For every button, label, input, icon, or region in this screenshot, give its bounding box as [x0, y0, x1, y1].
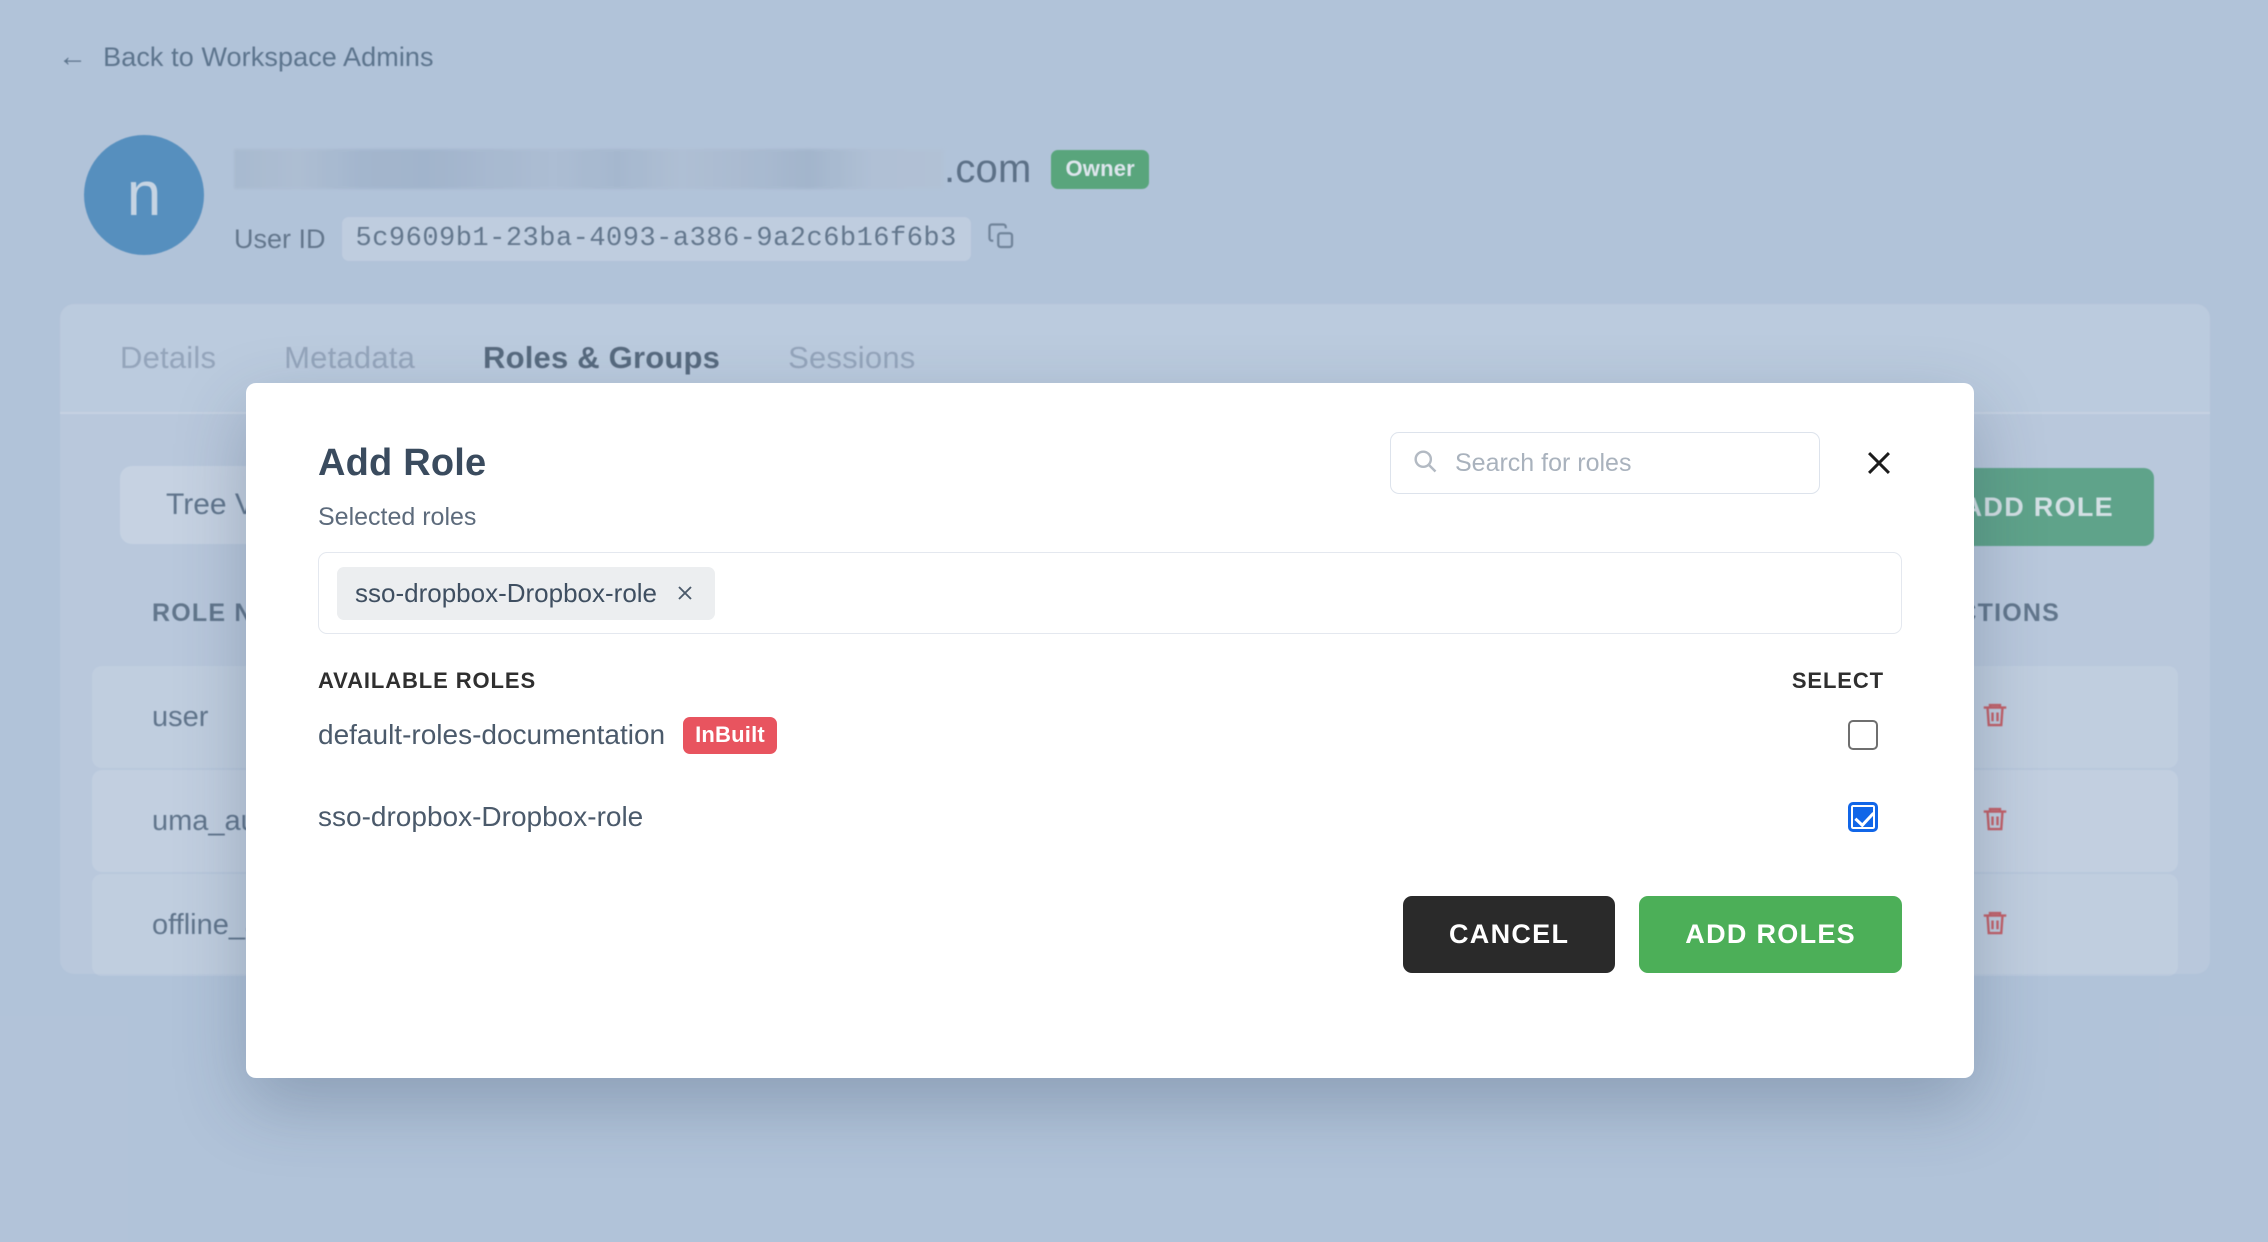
available-roles-header: AVAILABLE ROLES SELECT	[318, 668, 1902, 694]
close-icon[interactable]	[673, 581, 697, 605]
badge-inbuilt: InBuilt	[683, 716, 777, 754]
close-icon[interactable]	[1856, 440, 1902, 486]
dialog-actions: CANCEL ADD ROLES	[318, 896, 1902, 973]
available-role-row[interactable]: sso-dropbox-Dropbox-role	[318, 776, 1902, 858]
selected-role-chip-label: sso-dropbox-Dropbox-role	[355, 577, 658, 608]
selected-roles-label: Selected roles	[318, 503, 477, 531]
cancel-button[interactable]: CANCEL	[1402, 896, 1616, 973]
search-icon	[1411, 447, 1439, 480]
selected-role-chip[interactable]: sso-dropbox-Dropbox-role	[337, 566, 716, 620]
search-roles-field[interactable]	[1390, 432, 1820, 494]
selected-roles-box: sso-dropbox-Dropbox-role	[318, 552, 1902, 634]
available-role-name: default-roles-documentation	[318, 719, 666, 750]
dialog-header: Add Role	[318, 383, 1902, 494]
add-role-dialog: Add Role Selected roles sso-dropbox	[246, 383, 1974, 1078]
available-role-name: sso-dropbox-Dropbox-role	[318, 801, 644, 832]
dialog-title: Add Role	[318, 441, 487, 484]
app-root: ← Back to Workspace Admins n .com Owner …	[0, 0, 2268, 1242]
role-checkbox-checked[interactable]	[1848, 802, 1878, 832]
select-column-label: SELECT	[1791, 668, 1884, 693]
available-role-row[interactable]: default-roles-documentation InBuilt	[318, 694, 1902, 776]
add-roles-button[interactable]: ADD ROLES	[1639, 896, 1902, 973]
role-checkbox-wrapper[interactable]	[1848, 720, 1878, 750]
search-input[interactable]	[1455, 448, 1799, 478]
role-checkbox-wrapper[interactable]	[1848, 802, 1878, 832]
role-checkbox-unchecked[interactable]	[1848, 720, 1878, 750]
available-roles-label: AVAILABLE ROLES	[318, 668, 537, 693]
